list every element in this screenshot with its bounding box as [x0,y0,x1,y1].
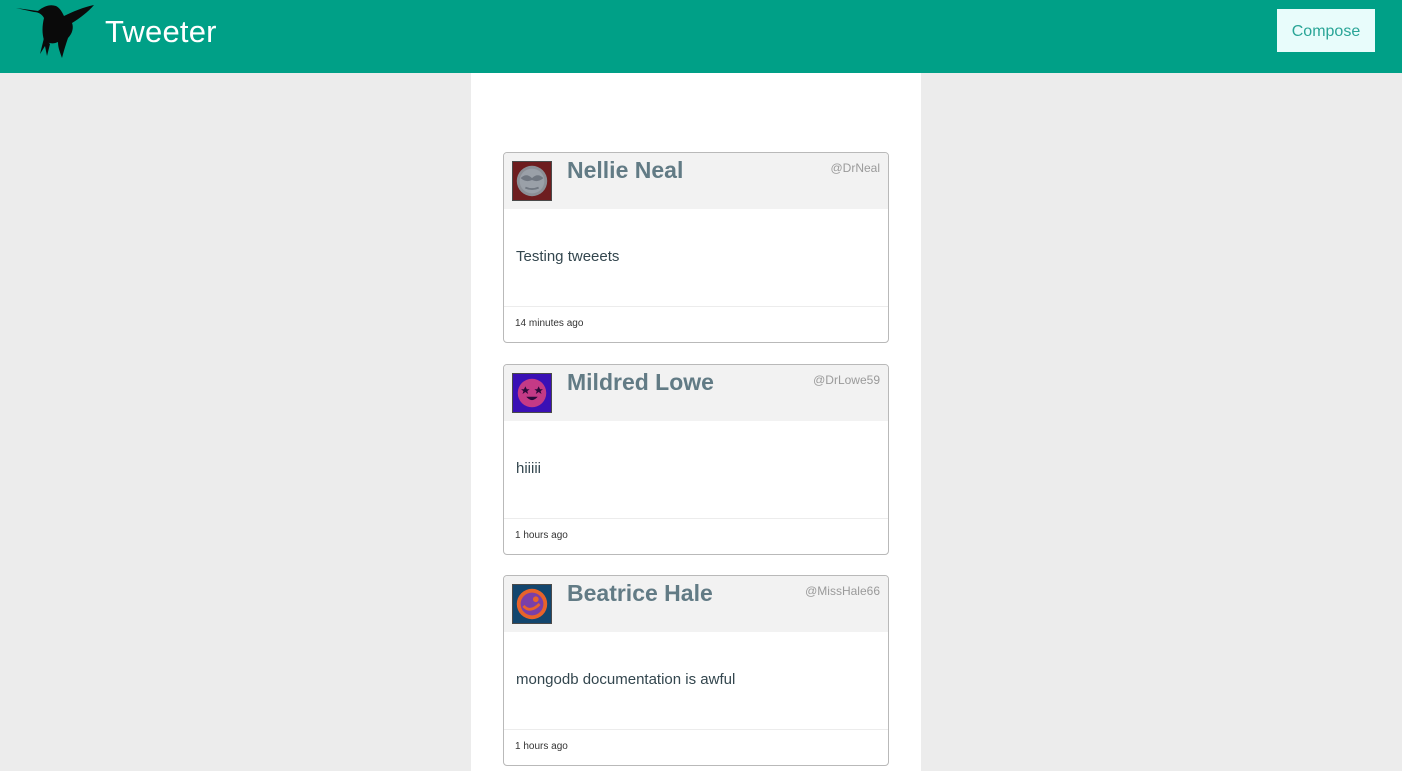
tweet-timestamp: 1 hours ago [515,741,568,752]
tweet-text: Testing tweeets [516,248,620,265]
tweet-header: Mildred Lowe @DrLowe59 [504,365,888,421]
navbar: Tweeter Compose [0,0,1402,73]
tweet-timestamp: 1 hours ago [515,530,568,541]
tweet-footer: 1 hours ago [504,518,888,554]
tweet-text: mongodb documentation is awful [516,671,736,688]
avatar-gray-face-icon[interactable] [512,161,552,201]
tweet-feed: Nellie Neal @DrNeal Testing tweeets 14 m… [471,73,921,771]
brand-title[interactable]: Tweeter [105,14,217,50]
tweet-timestamp: 14 minutes ago [515,318,584,329]
author-name: Beatrice Hale [567,580,713,606]
tweet-text: hiiiii [516,460,542,477]
tweet-footer: 14 minutes ago [504,306,888,342]
tweet-card: Mildred Lowe @DrLowe59 hiiiii 1 hours ag… [503,364,889,555]
author-name: Mildred Lowe [567,369,714,395]
avatar-pink-face-icon[interactable] [512,373,552,413]
avatar-orange-face-icon[interactable] [512,584,552,624]
tweet-header: Beatrice Hale @MissHale66 [504,576,888,632]
tweet-header: Nellie Neal @DrNeal [504,153,888,209]
author-handle: @DrNeal [830,161,880,175]
hummingbird-icon[interactable] [14,2,96,60]
compose-button[interactable]: Compose [1277,9,1375,52]
tweet-card: Nellie Neal @DrNeal Testing tweeets 14 m… [503,152,889,343]
author-handle: @MissHale66 [805,584,880,598]
tweet-footer: 1 hours ago [504,729,888,765]
author-handle: @DrLowe59 [813,373,880,387]
author-name: Nellie Neal [567,157,684,183]
tweet-card: Beatrice Hale @MissHale66 mongodb docume… [503,575,889,766]
